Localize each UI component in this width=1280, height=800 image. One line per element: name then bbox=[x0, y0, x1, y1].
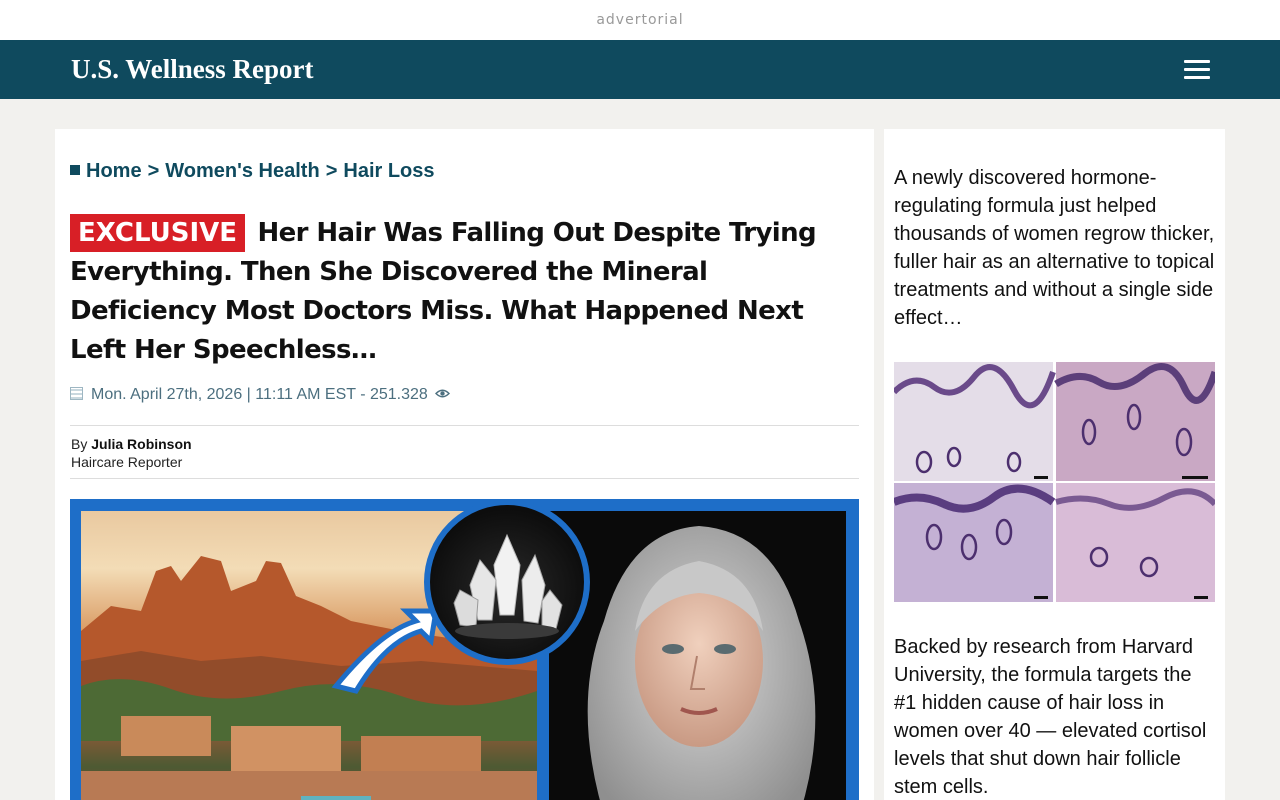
histology-image bbox=[894, 362, 1215, 602]
site-brand[interactable]: U.S. Wellness Report bbox=[71, 54, 314, 85]
woman-portrait-image bbox=[549, 511, 846, 800]
author-role: Haircare Reporter bbox=[71, 454, 183, 470]
sidebar: A newly discovered hormone-regulating fo… bbox=[884, 129, 1225, 800]
article-headline: EXCLUSIVE Her Hair Was Falling Out Despi… bbox=[70, 214, 860, 370]
breadcrumb-home[interactable]: Home bbox=[86, 160, 142, 182]
by-label: By bbox=[71, 436, 88, 452]
author-name[interactable]: Julia Robinson bbox=[91, 436, 191, 452]
byline: By Julia Robinson Haircare Reporter bbox=[71, 435, 192, 471]
article-meta: Mon. April 27th, 2026 | 11:11 AM EST - 2… bbox=[70, 386, 451, 404]
site-header: U.S. Wellness Report bbox=[0, 40, 1280, 99]
hamburger-menu-icon[interactable] bbox=[1184, 59, 1210, 81]
crystal-mineral-image bbox=[424, 499, 590, 665]
advertorial-label: advertorial bbox=[0, 0, 1280, 40]
divider bbox=[70, 425, 859, 426]
portrait-illustration bbox=[587, 526, 816, 800]
article-column: Home > Women's Health > Hair Loss EXCLUSIVE … bbox=[55, 129, 874, 800]
sidebar-intro: A newly discovered hormone-regulating fo… bbox=[894, 167, 1215, 329]
sidebar-research: Backed by research from Harvard Universi… bbox=[894, 636, 1207, 798]
breadcrumb-separator: > bbox=[147, 160, 160, 182]
breadcrumb-square-icon bbox=[70, 165, 80, 175]
breadcrumb-womens-health[interactable]: Women's Health bbox=[165, 160, 319, 182]
breadcrumb: Home > Women's Health > Hair Loss bbox=[70, 160, 435, 183]
calendar-icon bbox=[70, 387, 83, 400]
hero-image bbox=[70, 499, 859, 800]
divider bbox=[70, 478, 859, 479]
publish-info: Mon. April 27th, 2026 | 11:11 AM EST - 2… bbox=[91, 386, 428, 403]
eye-icon bbox=[435, 389, 451, 398]
breadcrumb-separator: > bbox=[325, 160, 338, 182]
breadcrumb-hair-loss[interactable]: Hair Loss bbox=[343, 160, 434, 182]
crystal-illustration bbox=[453, 533, 563, 639]
histology-illustration bbox=[894, 362, 1215, 602]
exclusive-badge: EXCLUSIVE bbox=[70, 214, 245, 252]
